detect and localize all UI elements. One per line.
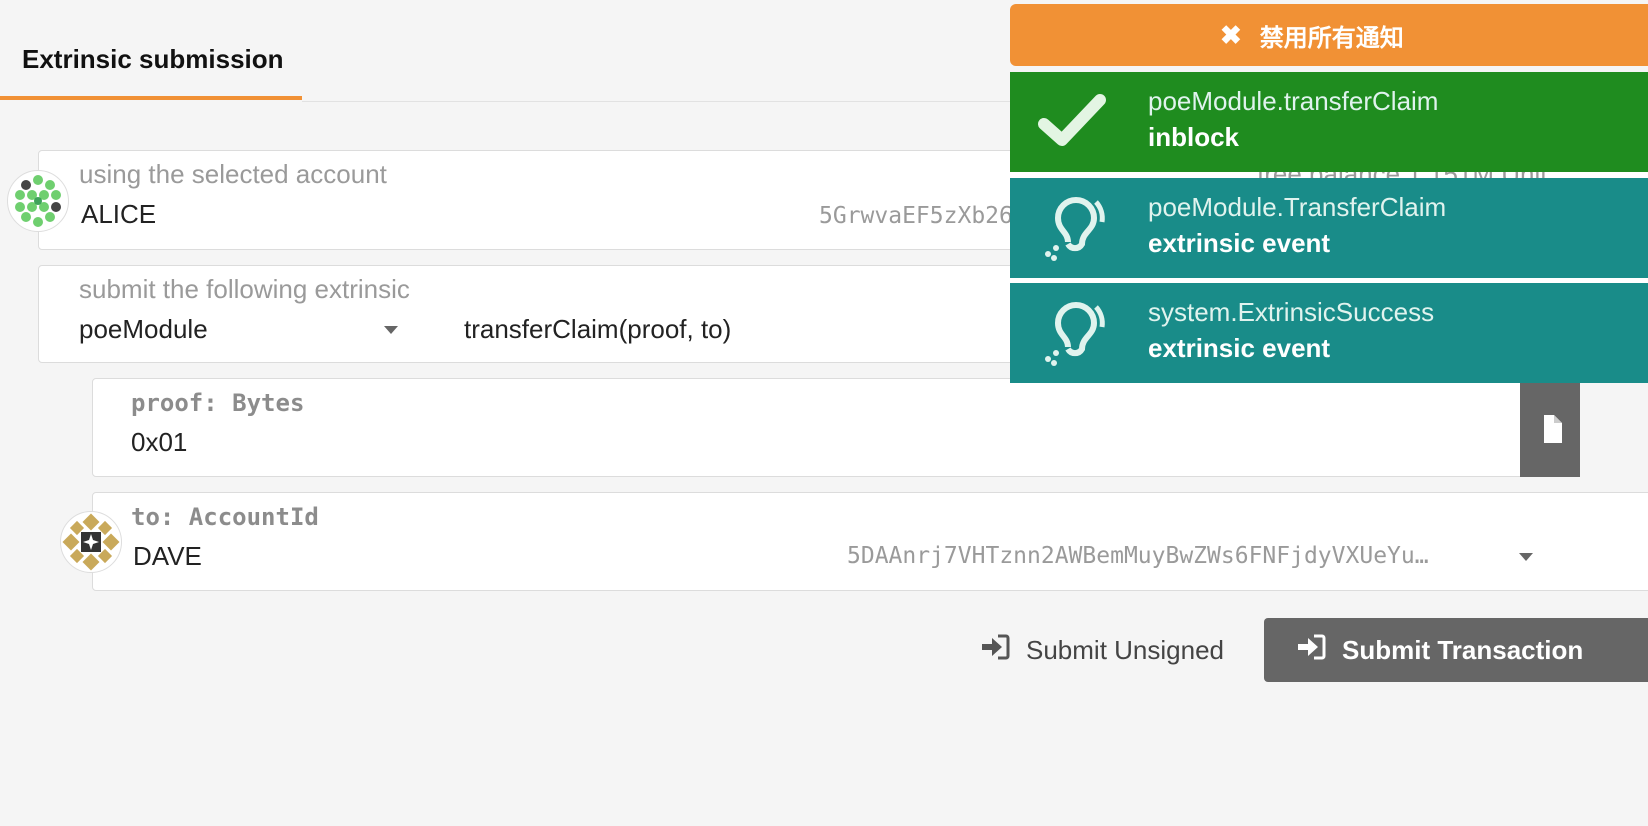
to-account-name: DAVE — [133, 541, 202, 571]
proof-value[interactable]: 0x01 — [131, 427, 187, 458]
check-icon — [1038, 90, 1108, 156]
file-icon — [1544, 415, 1562, 443]
notification-event[interactable]: poeModule.TransferClaim extrinsic event — [1010, 178, 1648, 278]
dismiss-all-notifications-button[interactable]: ✖ 禁用所有通知 — [1010, 4, 1648, 66]
submit-unsigned-button[interactable]: Submit Unsigned — [980, 624, 1230, 676]
notification-title: system.ExtrinsicSuccess — [1148, 297, 1435, 327]
alice-avatar-icon — [7, 170, 69, 232]
sign-in-icon — [1296, 634, 1326, 667]
submit-unsigned-label: Submit Unsigned — [1026, 634, 1224, 665]
extrinsic-selector-label: submit the following extrinsic — [79, 274, 410, 304]
notification-status: extrinsic event — [1148, 333, 1331, 363]
tab-extrinsic-submission[interactable]: Extrinsic submission — [22, 44, 284, 75]
close-icon: ✖ — [1220, 19, 1242, 50]
proof-label: proof: Bytes — [131, 389, 305, 417]
notification-event[interactable]: system.ExtrinsicSuccess extrinsic event — [1010, 283, 1648, 383]
to-account-address: 5DAAnrj7VHTznn2AWBemMuyBwZWs6FNFjdyVXUeY… — [847, 543, 1429, 569]
module-chevron-down-icon[interactable] — [384, 326, 398, 334]
active-tab-indicator — [0, 96, 302, 100]
sign-in-icon — [980, 634, 1010, 667]
notification-inblock[interactable]: poeModule.transferClaim inblock — [1010, 72, 1648, 172]
to-account-selector[interactable]: to: AccountId DAVE 5DAAnrj7VHTznn2AWBemM… — [92, 492, 1648, 591]
to-chevron-down-icon[interactable] — [1519, 553, 1533, 561]
notification-title: poeModule.TransferClaim — [1148, 192, 1447, 222]
notification-status: extrinsic event — [1148, 228, 1331, 258]
call-dropdown[interactable]: transferClaim(proof, to) — [464, 314, 731, 345]
submit-transaction-button[interactable]: Submit Transaction — [1264, 618, 1648, 682]
ear-icon — [1038, 301, 1108, 367]
to-label: to: AccountId — [131, 503, 319, 531]
file-upload-button[interactable] — [1520, 379, 1580, 477]
dismiss-all-label: 禁用所有通知 — [1259, 24, 1404, 52]
account-selector-label: using the selected account — [79, 159, 387, 189]
submit-transaction-label: Submit Transaction — [1342, 634, 1584, 665]
notification-title: poeModule.transferClaim — [1148, 86, 1439, 116]
dave-avatar-icon — [60, 511, 122, 573]
module-dropdown[interactable]: poeModule — [79, 314, 208, 345]
account-name: ALICE — [81, 199, 157, 229]
notification-status: inblock — [1148, 122, 1240, 152]
proof-input[interactable]: proof: Bytes 0x01 — [92, 378, 1532, 477]
ear-icon — [1038, 196, 1108, 262]
